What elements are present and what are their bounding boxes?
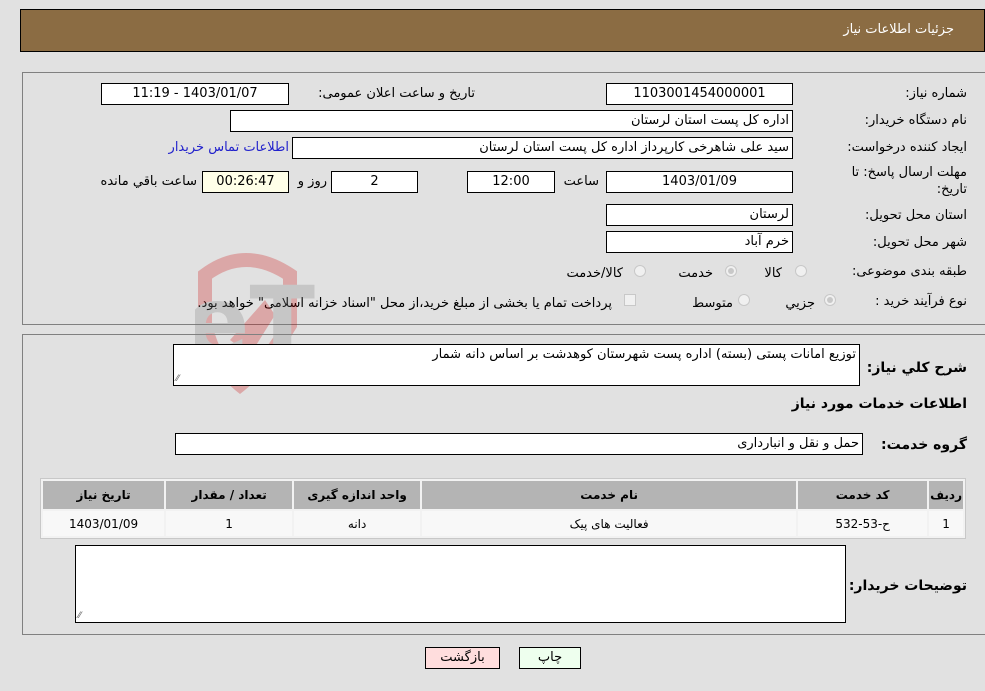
buyer-notes-textarea[interactable]: ⁄⁄: [75, 545, 846, 623]
col-need-date: تاریخ نیاز: [43, 481, 165, 509]
days-label: روز و: [297, 174, 327, 189]
delivery-province-label: استان محل تحویل:: [865, 208, 967, 223]
description-label: شرح کلي نياز:: [866, 360, 967, 376]
description-textarea[interactable]: توزیع امانات پستی (بسته) اداره پست شهرست…: [173, 344, 860, 386]
description-text: توزیع امانات پستی (بسته) اداره پست شهرست…: [432, 347, 856, 362]
resize-grip-icon[interactable]: ⁄⁄: [78, 611, 81, 621]
resize-grip-icon[interactable]: ⁄⁄: [176, 374, 179, 384]
deadline-date-field[interactable]: 1403/01/09: [606, 171, 793, 193]
col-service-name: نام خدمت: [422, 481, 797, 509]
buyer-org-field[interactable]: اداره کل پست استان لرستان: [230, 110, 793, 132]
need-number-label: شماره نیاز:: [905, 86, 967, 101]
back-button[interactable]: بازگشت: [425, 647, 500, 669]
category-radio-service[interactable]: [725, 265, 737, 277]
category-radio-goods-service[interactable]: [634, 265, 646, 277]
requester-field[interactable]: سید علی شاهرخی کارپرداز اداره کل پست است…: [292, 137, 793, 159]
cell-service-code: ح-53-532: [798, 511, 928, 536]
announce-datetime-field[interactable]: 1403/01/07 - 11:19: [101, 83, 289, 105]
treasury-checkbox[interactable]: [624, 294, 636, 306]
deadline-label-line2: تاریخ:: [936, 182, 967, 197]
purchase-type-radio-medium[interactable]: [738, 294, 750, 306]
cell-quantity: 1: [166, 511, 293, 536]
col-quantity: تعداد / مقدار: [166, 481, 293, 509]
announce-datetime-label: تاریخ و ساعت اعلان عمومی:: [318, 86, 475, 101]
cell-need-date: 1403/01/09: [43, 511, 165, 536]
page-header: جزئیات اطلاعات نیاز: [20, 9, 985, 52]
col-row-number: ردیف: [929, 481, 963, 509]
services-heading: اطلاعات خدمات مورد نیاز: [791, 396, 967, 412]
need-number-field[interactable]: 1103001454000001: [606, 83, 793, 105]
table-row: 1 ح-53-532 فعالیت های پیک دانه 1 1403/01…: [43, 511, 963, 536]
cell-unit: دانه: [294, 511, 421, 536]
remaining-time-label: ساعت باقي مانده: [100, 174, 197, 189]
remaining-days-field: 2: [331, 171, 418, 193]
col-unit: واحد اندازه گیری: [294, 481, 421, 509]
buyer-contact-link[interactable]: اطلاعات تماس خریدار: [169, 140, 289, 155]
delivery-city-field[interactable]: خرم آباد: [606, 231, 793, 253]
table-header-row: ردیف کد خدمت نام خدمت واحد اندازه گیری ت…: [43, 481, 963, 509]
buyer-org-label: نام دستگاه خریدار:: [864, 113, 967, 128]
purchase-type-radio-minor[interactable]: [824, 294, 836, 306]
col-service-code: کد خدمت: [798, 481, 928, 509]
requester-label: ایجاد کننده درخواست:: [847, 140, 967, 155]
print-button[interactable]: چاپ: [519, 647, 581, 669]
category-option-goods: کالا: [764, 266, 782, 281]
deadline-label: مهلت ارسال پاسخ: تا: [851, 165, 967, 180]
category-option-service: خدمت: [678, 266, 713, 281]
service-group-label: گروه خدمت:: [881, 437, 967, 453]
deadline-time-label: ساعت: [563, 174, 599, 189]
purchase-type-option-medium: متوسط: [692, 296, 733, 311]
purchase-type-label: نوع فرآیند خرید :: [875, 294, 967, 309]
treasury-note: پرداخت تمام یا بخشی از مبلغ خرید،از محل …: [197, 296, 612, 311]
buyer-notes-label: توضیحات خریدار:: [848, 578, 967, 594]
purchase-type-option-minor: جزيي: [785, 296, 815, 311]
category-option-goods-service: کالا/خدمت: [566, 266, 623, 281]
delivery-city-label: شهر محل تحویل:: [872, 235, 967, 250]
services-table: ردیف کد خدمت نام خدمت واحد اندازه گیری ت…: [40, 478, 966, 539]
cell-row-number: 1: [929, 511, 963, 536]
service-group-field[interactable]: حمل و نقل و انبارداری: [175, 433, 863, 455]
cell-service-name: فعالیت های پیک: [422, 511, 797, 536]
deadline-time-field[interactable]: 12:00: [467, 171, 555, 193]
delivery-province-field[interactable]: لرستان: [606, 204, 793, 226]
category-radio-goods[interactable]: [795, 265, 807, 277]
page-title: جزئیات اطلاعات نیاز: [843, 22, 954, 37]
remaining-time-field: 00:26:47: [202, 171, 289, 193]
category-label: طبقه بندی موضوعی:: [851, 264, 967, 279]
